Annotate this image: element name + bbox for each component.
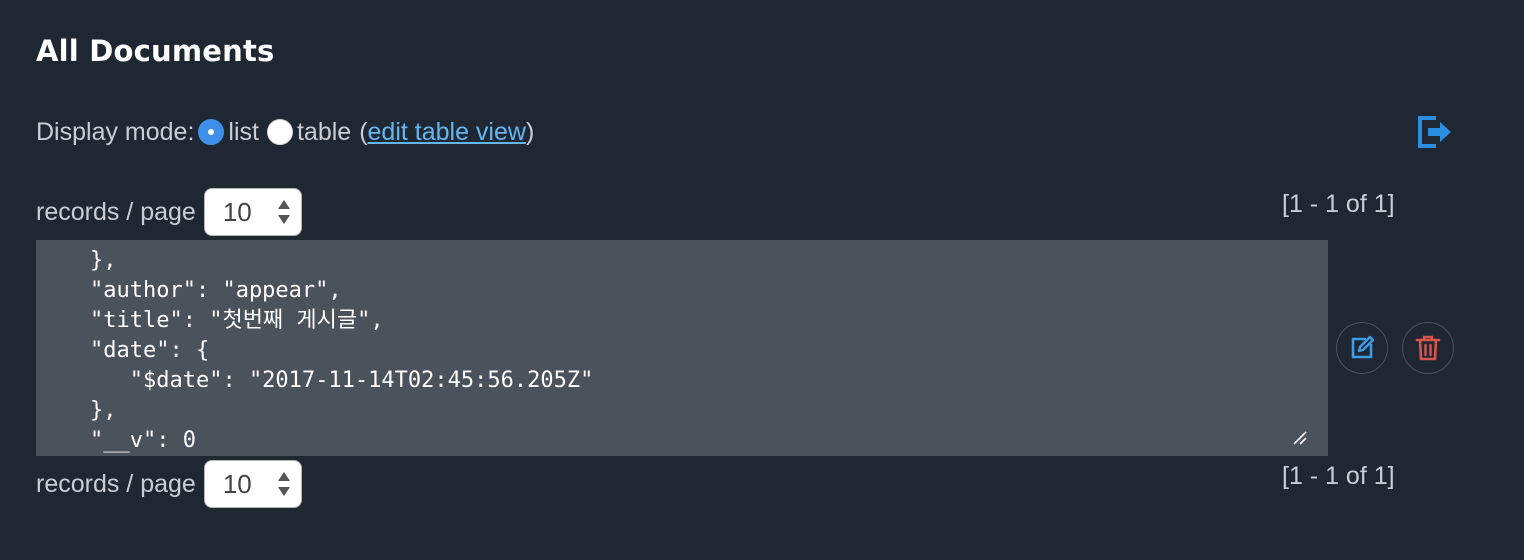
- document-json-text[interactable]: }, "author": "appear", "title": "첫번째 게시글…: [36, 240, 1328, 456]
- edit-icon: [1351, 335, 1375, 359]
- radio-table[interactable]: [266, 119, 293, 145]
- page: All Documents Display mode: list table (…: [0, 0, 1524, 560]
- records-per-page-input[interactable]: 10: [203, 460, 302, 508]
- stepper-arrows-icon[interactable]: [277, 199, 291, 225]
- delete-button[interactable]: [1402, 322, 1454, 374]
- export-icon[interactable]: [1414, 112, 1454, 152]
- resize-handle-icon[interactable]: [1292, 430, 1308, 446]
- records-per-page-label: records / page: [36, 197, 196, 226]
- display-mode-label: Display mode:: [36, 117, 195, 146]
- page-title: All Documents: [36, 34, 275, 68]
- stepper-arrows-icon[interactable]: [277, 471, 291, 497]
- edit-table-view-link[interactable]: edit table view: [368, 118, 526, 147]
- records-per-page-bottom: records / page 10: [36, 460, 302, 508]
- radio-list[interactable]: [198, 119, 225, 145]
- document-json-editor[interactable]: }, "author": "appear", "title": "첫번째 게시글…: [36, 240, 1328, 456]
- radio-list-label[interactable]: list: [228, 118, 259, 147]
- display-mode-row: Display mode: list table ( edit table vi…: [36, 114, 534, 150]
- page-range-bottom: [1 - 1 of 1]: [1282, 462, 1395, 490]
- records-per-page-top: records / page 10: [36, 188, 302, 236]
- trash-icon: [1415, 335, 1441, 361]
- paren-open: (: [359, 117, 368, 146]
- page-range-top: [1 - 1 of 1]: [1282, 190, 1395, 218]
- records-per-page-label: records / page: [36, 469, 196, 498]
- records-per-page-value: 10: [222, 197, 252, 227]
- paren-close: ): [525, 117, 535, 146]
- records-per-page-value: 10: [222, 469, 252, 499]
- radio-table-label[interactable]: table: [297, 118, 351, 147]
- records-per-page-input[interactable]: 10: [203, 188, 302, 236]
- edit-button[interactable]: [1336, 322, 1388, 374]
